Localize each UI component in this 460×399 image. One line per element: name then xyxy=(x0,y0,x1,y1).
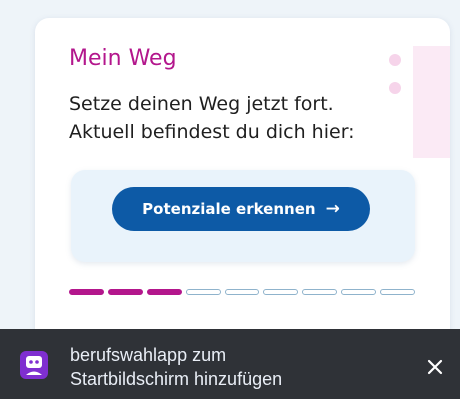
banner-text-line2: Startbildschirm hinzufügen xyxy=(70,369,283,389)
banner-text: berufswahlapp zum Startbildschirm hinzuf… xyxy=(70,343,390,391)
progress-step-completed xyxy=(69,289,104,295)
progress-step-open xyxy=(263,289,299,295)
progress-step-open xyxy=(380,289,416,295)
card-description-line1: Setze deinen Weg jetzt fort. xyxy=(69,93,334,115)
arrow-right-icon: → xyxy=(325,198,340,219)
card-description: Setze deinen Weg jetzt fort. Aktuell bef… xyxy=(69,90,409,146)
current-step-panel: Potenziale erkennen → xyxy=(71,170,415,262)
decorative-dot xyxy=(389,54,401,66)
progress-step-completed xyxy=(146,289,182,295)
progress-step-completed xyxy=(107,289,143,295)
my-path-card: Mein Weg Setze deinen Weg jetzt fort. Ak… xyxy=(35,18,450,358)
add-to-homescreen-banner[interactable]: berufswahlapp zum Startbildschirm hinzuf… xyxy=(0,329,460,399)
banner-text-line1: berufswahlapp zum xyxy=(70,345,227,365)
progress-step-open xyxy=(224,289,260,295)
progress-step-open xyxy=(185,289,221,295)
decorative-stripe xyxy=(413,46,450,158)
progress-indicator xyxy=(69,289,416,297)
progress-step-open xyxy=(341,289,377,295)
button-label: Potenziale erkennen xyxy=(142,200,316,218)
progress-step-open xyxy=(302,289,338,295)
close-icon[interactable] xyxy=(423,355,447,379)
potenziale-erkennen-button[interactable]: Potenziale erkennen → xyxy=(112,187,370,231)
card-title: Mein Weg xyxy=(69,46,177,71)
app-icon xyxy=(20,351,48,379)
card-description-line2: Aktuell befindest du dich hier: xyxy=(69,121,355,143)
